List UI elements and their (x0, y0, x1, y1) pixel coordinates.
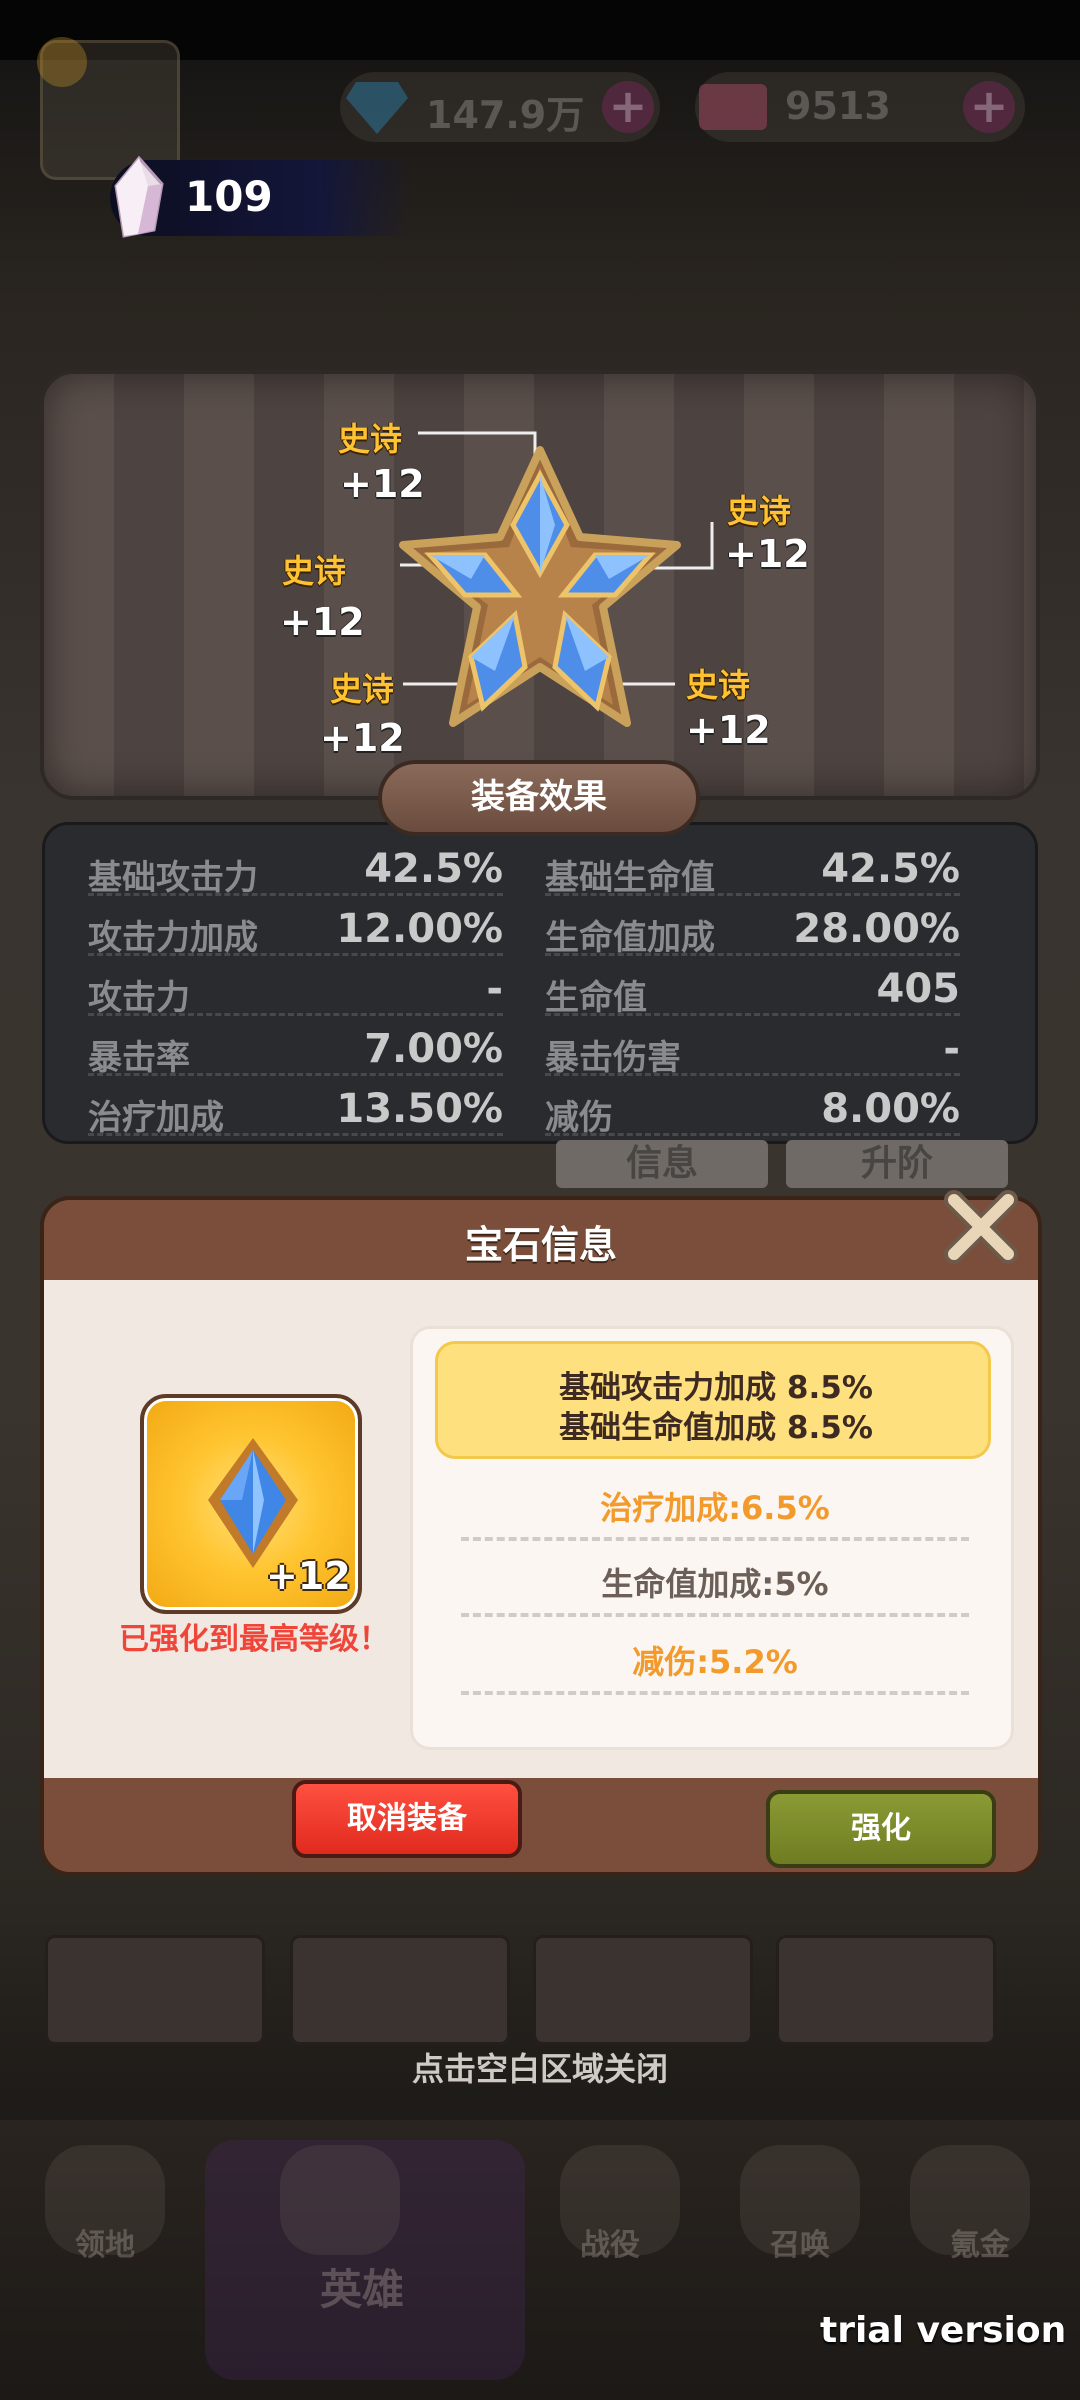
nav-item-territory[interactable]: 领地 (25, 2220, 185, 2264)
upgrade-button[interactable]: 强化 (766, 1790, 996, 1868)
slot-left-level: +12 (280, 600, 365, 644)
slot-bottom-right-level: +12 (686, 708, 771, 752)
close-icon[interactable] (938, 1184, 1024, 1270)
stat-base-hp: 基础生命值 42.5% (545, 846, 960, 898)
unequip-button[interactable]: 取消装备 (292, 1780, 522, 1858)
nav-item-heroes[interactable]: 英雄 (282, 2256, 442, 2317)
stat-base-attack: 基础攻击力 42.5% (88, 846, 503, 898)
gem-attributes-box: 基础攻击力加成 8.5% 基础生命值加成 8.5% 治疗加成:6.5% 生命值加… (410, 1326, 1014, 1750)
main-stat-attack: 基础攻击力加成 8.5% (559, 1370, 873, 1406)
sub-stat-damage-reduction: 减伤:5.2% (632, 1643, 798, 1681)
divider (461, 1613, 969, 1617)
slot-bottom-left-level: +12 (320, 716, 405, 760)
tap-to-close-hint: 点击空白区域关闭 (411, 2050, 668, 2088)
main-stat-hp: 基础生命值加成 8.5% (559, 1410, 873, 1446)
stat-crit-damage: 暴击伤害 - (545, 1026, 960, 1078)
sub-stat-heal: 治疗加成:6.5% (600, 1489, 830, 1527)
star-gem-socket[interactable] (395, 445, 685, 730)
hero-card[interactable] (533, 1935, 753, 2045)
stat-heal-bonus: 治疗加成 13.50% (88, 1086, 503, 1138)
gem-level: +12 (266, 1554, 351, 1598)
divider (461, 1691, 969, 1695)
slot-top-level: +12 (340, 462, 425, 506)
slot-top-tier: 史诗 (338, 420, 403, 458)
book-icon (280, 2145, 400, 2255)
stat-attack: 攻击力 - (88, 966, 503, 1018)
tab-info[interactable]: 信息 (556, 1140, 768, 1188)
slot-right-level: +12 (725, 532, 810, 576)
dialog-title: 宝石信息 (464, 1223, 617, 1267)
nav-item-summon[interactable]: 召唤 (720, 2220, 880, 2264)
max-level-text: 已强化到最高等级！ (119, 1622, 389, 1657)
slot-left-tier: 史诗 (282, 552, 347, 590)
stat-hp: 生命值 405 (545, 966, 960, 1018)
blue-gem-icon (208, 1438, 298, 1568)
equip-effects-title: 装备效果 (378, 760, 700, 836)
stat-damage-reduction: 减伤 8.00% (545, 1086, 960, 1138)
sub-stat-hp-bonus: 生命值加成:5% (601, 1565, 829, 1603)
stat-attack-bonus: 攻击力加成 12.00% (88, 906, 503, 958)
hero-card[interactable] (45, 1935, 265, 2045)
hero-card[interactable] (776, 1935, 996, 2045)
divider (461, 1537, 969, 1541)
slot-right-tier: 史诗 (727, 492, 792, 530)
hero-card[interactable] (290, 1935, 510, 2045)
trial-watermark: trial version (820, 2310, 1067, 2351)
main-stats-box: 基础攻击力加成 8.5% 基础生命值加成 8.5% (435, 1341, 991, 1459)
tab-advance[interactable]: 升阶 (786, 1140, 1008, 1188)
stat-crit-rate: 暴击率 7.00% (88, 1026, 503, 1078)
nav-item-shop[interactable]: 氪金 (900, 2220, 1060, 2264)
nav-item-campaign[interactable]: 战役 (530, 2220, 690, 2264)
slot-bottom-right-tier: 史诗 (686, 666, 751, 704)
stat-hp-bonus: 生命值加成 28.00% (545, 906, 960, 958)
gem-info-dialog: 宝石信息 +12 已强化到最高等级！ 基础攻击力加成 8.5% 基础生命值加成 … (40, 1190, 1042, 1876)
slot-bottom-left-tier: 史诗 (330, 670, 395, 708)
